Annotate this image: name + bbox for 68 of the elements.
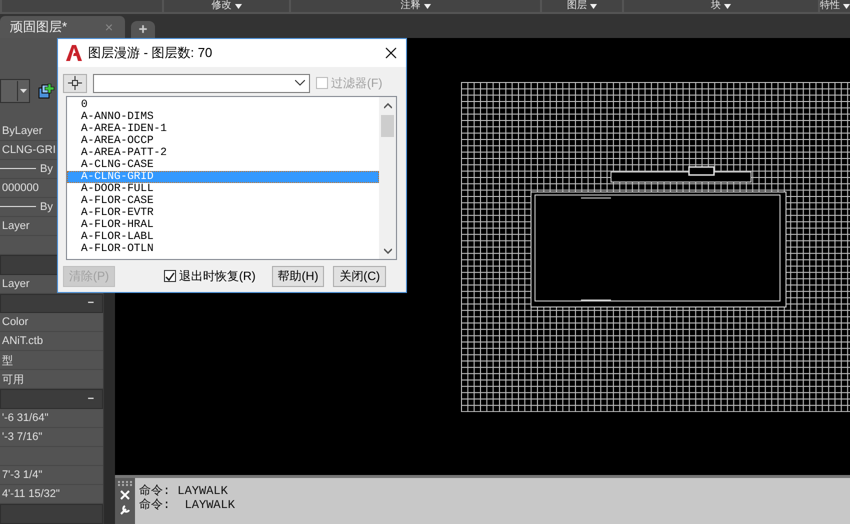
property-value: 4'-11 15/32": [1, 488, 60, 500]
layer-list-item[interactable]: A-FLOR-HRAL: [67, 219, 379, 231]
checkmark-icon: [165, 272, 175, 280]
tab-label: 顽固图层*: [10, 18, 68, 36]
restore-checkbox[interactable]: [164, 270, 176, 282]
ribbon-panel-title[interactable]: 块: [711, 0, 721, 12]
property-value: ByLayer: [1, 124, 42, 137]
command-history-line: 命令: LAYWALK: [139, 498, 236, 512]
property-value: Layer: [1, 220, 30, 232]
dialog-button[interactable]: 帮助(H): [272, 266, 324, 286]
new-layer-icon[interactable]: [38, 82, 55, 99]
caret-icon[interactable]: [234, 4, 242, 8]
wrench-icon[interactable]: [119, 504, 131, 516]
property-value: Layer: [1, 278, 30, 290]
chevron-down-icon: [295, 80, 305, 86]
dialog-button[interactable]: 关闭(C): [333, 266, 386, 286]
layer-list-item[interactable]: A-AREA-PATT-2: [67, 147, 379, 159]
scrollbar-thumb[interactable]: [381, 115, 394, 137]
grip-icon[interactable]: [118, 481, 132, 486]
select-objects-button[interactable]: [63, 74, 87, 92]
linetype-value: By: [40, 200, 53, 213]
layer-list-item[interactable]: A-AREA-OCCP: [67, 135, 379, 147]
layer-list-item[interactable]: A-FLOR-EVTR: [67, 207, 379, 219]
collapse-toggle[interactable]: −: [88, 393, 102, 406]
layer-list-item[interactable]: A-FLOR-LABL: [67, 231, 379, 243]
layer-list-item[interactable]: A-FLOR-OTLN: [67, 243, 379, 255]
ribbon-panel-title[interactable]: 修改: [212, 0, 232, 12]
property-value: ANiT.ctb: [1, 335, 43, 348]
property-value: Color: [1, 316, 28, 328]
app-logo-icon: [66, 45, 82, 61]
layer-list-item[interactable]: A-DOOR-FULL: [67, 183, 379, 195]
new-tab-button[interactable]: +: [131, 21, 155, 38]
crosshair-icon: [68, 76, 82, 90]
property-value: 000000: [1, 182, 39, 194]
caret-icon[interactable]: [424, 4, 430, 8]
caret-icon[interactable]: [590, 4, 597, 8]
ribbon-panel-title[interactable]: 图层: [567, 0, 587, 12]
document-tab[interactable]: 顽固图层* ×: [0, 16, 125, 38]
layer-dropdown[interactable]: [0, 78, 30, 103]
filter-combobox[interactable]: [93, 74, 310, 92]
property-value: CLNG-GRI: [1, 144, 56, 156]
dialog-title: 图层漫游 - 图层数: 70: [88, 44, 214, 62]
scroll-up-icon[interactable]: [384, 102, 392, 108]
section-header[interactable]: −: [0, 389, 103, 410]
layer-list-item[interactable]: A-FLOR-CASE: [67, 195, 379, 207]
property-value: '-6 31/64": [1, 412, 48, 424]
checkbox-label: 退出时恢复(R): [179, 268, 256, 284]
ribbon-panel-title[interactable]: 特性: [820, 0, 840, 12]
close-icon[interactable]: [120, 490, 130, 500]
scrollbar[interactable]: [379, 97, 396, 259]
caret-icon[interactable]: [843, 4, 850, 8]
caret-icon: [20, 88, 27, 93]
property-value: '-3 7/16": [1, 431, 42, 444]
section-header[interactable]: −: [0, 294, 103, 314]
property-value: 7'-3 1/4": [1, 469, 42, 482]
layer-list-item[interactable]: A-AREA-IDEN-1: [67, 123, 379, 135]
close-icon: [385, 47, 397, 59]
property-value: 型: [1, 354, 13, 368]
layer-list-item[interactable]: A-ANNO-DIMS: [67, 111, 379, 123]
collapse-toggle[interactable]: −: [88, 297, 102, 310]
linetype-value: By: [40, 162, 53, 175]
layer-list-item[interactable]: 0: [67, 99, 379, 111]
command-history-line: 命令: LAYWALK: [139, 484, 229, 498]
scroll-down-icon[interactable]: [384, 248, 392, 254]
property-value: 可用: [1, 372, 24, 387]
caret-icon[interactable]: [724, 4, 731, 8]
filter-label: 过滤器(F): [331, 74, 382, 92]
layer-list-item[interactable]: A-CLNG-CASE: [67, 159, 379, 171]
